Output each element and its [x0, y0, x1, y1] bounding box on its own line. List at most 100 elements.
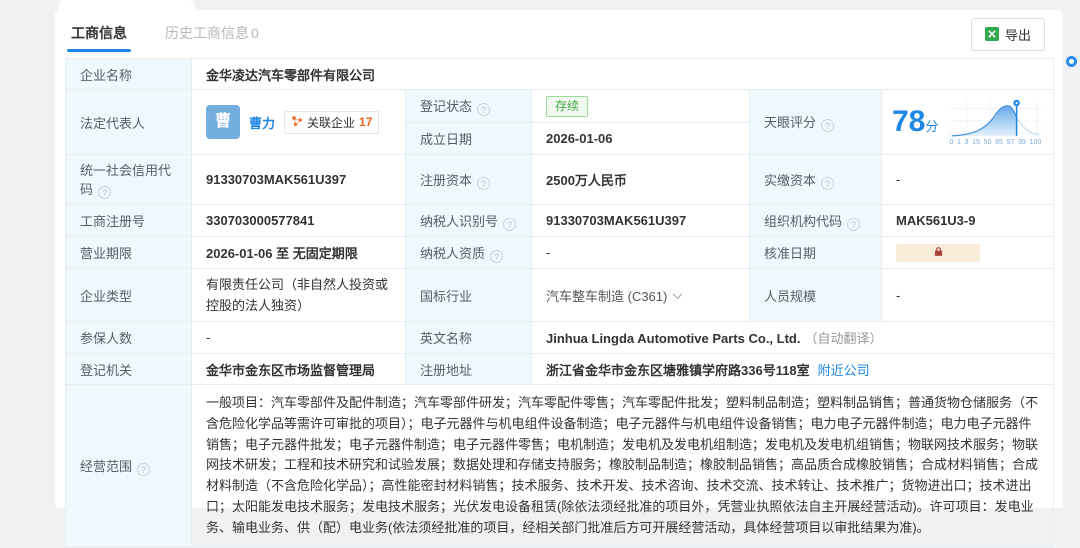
table-row: 企业名称 金华凌达汽车零部件有限公司 [66, 59, 1054, 90]
registry-authority-label: 登记机关 [66, 354, 192, 385]
auto-translate-note: （自动翻译） [804, 331, 882, 346]
taxpayer-id-value: 91330703MAK561U397 [532, 205, 750, 237]
industry-value[interactable]: 汽车整车制造 (C361) [532, 269, 750, 322]
taxpayer-qual-value: - [532, 237, 750, 269]
tab-label: 历史工商信息 [165, 25, 249, 41]
field-label: 法定代表人 [80, 116, 145, 131]
field-label: 登记状态 [420, 99, 472, 114]
related-companies-count: 17 [359, 115, 372, 129]
tab-history-business-info[interactable]: 历史工商信息0 [161, 10, 263, 58]
tab-bar: 工商信息 历史工商信息0 导出 [55, 10, 1063, 58]
export-label: 导出 [1005, 25, 1031, 44]
help-icon[interactable] [477, 103, 490, 116]
table-row: 企业类型 有限责任公司（非自然人投资或控股的法人独资） 国标行业 汽车整车制造 … [66, 269, 1054, 322]
related-companies-badge[interactable]: 关联企业 17 [284, 111, 379, 134]
field-label: 注册资本 [420, 173, 472, 188]
reg-number-label: 工商注册号 [66, 205, 192, 237]
business-scope-label: 经营范围 [66, 385, 192, 548]
score-distribution-chart[interactable]: 0131550859799100 [948, 97, 1042, 147]
field-label: 参保人数 [80, 331, 132, 346]
table-row: 工商注册号 330703000577841 纳税人识别号 91330703MAK… [66, 205, 1054, 237]
help-icon[interactable] [847, 218, 860, 231]
reg-capital-label: 注册资本 [406, 155, 532, 205]
field-label: 纳税人资质 [420, 246, 485, 261]
table-row: 统一社会信用代码 91330703MAK561U397 注册资本 2500万人民… [66, 155, 1054, 205]
score-unit: 分 [925, 119, 938, 134]
company-type-value: 有限责任公司（非自然人投资或控股的法人独资） [192, 269, 406, 322]
business-info-card: 工商信息 历史工商信息0 导出 企业名称 金华凌达汽车零部件有限公司 法定代表人… [55, 10, 1063, 508]
excel-icon [985, 27, 999, 41]
company-name-label: 企业名称 [66, 59, 192, 90]
help-icon[interactable] [490, 250, 503, 263]
establish-date-label: 成立日期 [406, 123, 532, 155]
paid-capital-value: - [882, 155, 1054, 205]
reg-number-value: 330703000577841 [192, 205, 406, 237]
help-icon[interactable] [477, 177, 490, 190]
insured-count-label: 参保人数 [66, 322, 192, 354]
field-label: 工商注册号 [80, 214, 145, 229]
help-icon[interactable] [137, 463, 150, 476]
tab-business-info[interactable]: 工商信息 [67, 10, 131, 58]
help-icon[interactable] [98, 186, 111, 199]
staff-size-value: - [882, 269, 1054, 322]
approval-date-value [882, 237, 1054, 269]
business-term-label: 营业期限 [66, 237, 192, 269]
lock-icon [933, 245, 944, 260]
reg-status-value: 存续 [532, 90, 750, 123]
field-label: 国标行业 [420, 289, 472, 304]
paid-capital-label: 实缴资本 [750, 155, 882, 205]
english-name-label: 英文名称 [406, 322, 532, 354]
staff-size-label: 人员规模 [750, 269, 882, 322]
nearby-companies-link[interactable]: 附近公司 [818, 363, 870, 378]
taxpayer-qual-label: 纳税人资质 [406, 237, 532, 269]
company-name-value: 金华凌达汽车零部件有限公司 [192, 59, 1054, 90]
help-icon[interactable] [821, 177, 834, 190]
export-button[interactable]: 导出 [971, 18, 1045, 51]
related-companies-icon [291, 115, 303, 130]
field-label: 营业期限 [80, 246, 132, 261]
english-name-text: Jinhua Lingda Automotive Parts Co., Ltd. [546, 331, 800, 346]
help-icon[interactable] [821, 119, 834, 132]
floating-widget-dot[interactable] [1066, 56, 1077, 67]
field-label: 登记机关 [80, 363, 132, 378]
chart-axis: 0131550859799100 [948, 139, 1042, 147]
business-scope-value: 一般项目：汽车零部件及配件制造；汽车零部件研发；汽车零配件零售；汽车零配件批发；… [192, 385, 1054, 548]
org-code-value: MAK561U3-9 [882, 205, 1054, 237]
field-label: 实缴资本 [764, 173, 816, 188]
score-value: 78 [892, 105, 925, 138]
field-label: 成立日期 [420, 132, 472, 147]
industry-text: 汽车整车制造 (C361) [546, 289, 667, 304]
reg-address-value: 浙江省金华市金东区塘雅镇学府路336号118室附近公司 [532, 354, 1054, 385]
legal-rep-avatar[interactable]: 曹 [206, 105, 240, 139]
tab-count: 0 [251, 25, 259, 41]
establish-date-value: 2026-01-06 [532, 123, 750, 155]
field-label: 组织机构代码 [764, 214, 842, 229]
field-label: 人员规模 [764, 289, 816, 304]
status-badge: 存续 [546, 96, 588, 117]
tianyan-score-value: 78分 [882, 90, 1054, 155]
reg-status-label: 登记状态 [406, 90, 532, 123]
business-info-table: 企业名称 金华凌达汽车零部件有限公司 法定代表人 曹 曹力 关联企业 17 登记… [65, 58, 1054, 548]
approval-date-label: 核准日期 [750, 237, 882, 269]
chevron-down-icon[interactable] [673, 289, 683, 299]
industry-label: 国标行业 [406, 269, 532, 322]
table-row: 经营范围 一般项目：汽车零部件及配件制造；汽车零部件研发；汽车零配件零售；汽车零… [66, 385, 1054, 548]
field-label: 统一社会信用代码 [80, 163, 171, 197]
table-row: 营业期限 2026-01-06 至 无固定期限 纳税人资质 - 核准日期 [66, 237, 1054, 269]
field-label: 注册地址 [420, 363, 472, 378]
field-label: 天眼评分 [764, 115, 816, 130]
locked-value-badge[interactable] [896, 244, 980, 262]
score-number[interactable]: 78分 [892, 107, 938, 137]
company-type-label: 企业类型 [66, 269, 192, 322]
legal-rep-name-link[interactable]: 曹力 [249, 113, 275, 132]
tab-label: 工商信息 [71, 25, 127, 41]
registry-authority-value: 金华市金东区市场监督管理局 [192, 354, 406, 385]
credit-code-value: 91330703MAK561U397 [192, 155, 406, 205]
field-label: 纳税人识别号 [420, 214, 498, 229]
related-companies-label: 关联企业 [307, 114, 355, 131]
help-icon[interactable] [503, 218, 516, 231]
table-row: 登记机关 金华市金东区市场监督管理局 注册地址 浙江省金华市金东区塘雅镇学府路3… [66, 354, 1054, 385]
field-label: 企业类型 [80, 289, 132, 304]
credit-code-label: 统一社会信用代码 [66, 155, 192, 205]
field-label: 经营范围 [80, 459, 132, 474]
